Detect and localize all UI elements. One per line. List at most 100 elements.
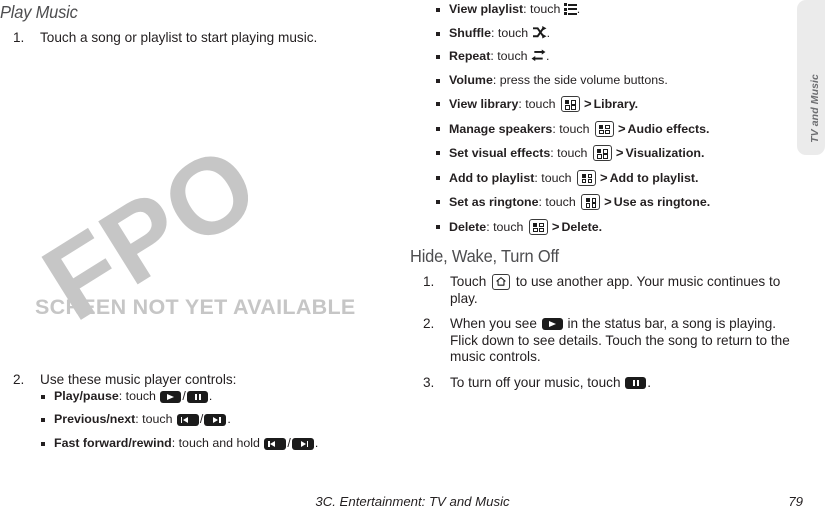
list-item: Volume: press the side volume buttons. — [435, 73, 785, 88]
bullet-tail: . — [208, 388, 213, 403]
bullet-lead: : touch — [538, 195, 580, 209]
bullet-tail: . — [634, 97, 639, 111]
list-item: 3. To turn off your music, touch . — [420, 375, 795, 392]
step-text-post: . — [647, 374, 652, 390]
bullet-lead: : touch and hold — [171, 435, 264, 450]
footer-page-number: 79 — [788, 494, 803, 509]
menu-key-icon[interactable] — [592, 145, 612, 161]
bullet-term: View library — [449, 97, 519, 111]
bullet-target: Delete — [561, 219, 599, 234]
bullet-tail: . — [546, 25, 551, 40]
home-key-icon[interactable] — [492, 274, 511, 290]
step-text-pre: When you see — [450, 316, 541, 332]
step-number: 1. — [423, 274, 435, 289]
bullet-lead: : touch — [486, 219, 527, 234]
bullet-tail: . — [598, 219, 603, 234]
page-title: Play Music — [0, 2, 78, 22]
chevron-right-icon: > — [583, 96, 592, 111]
menu-key-icon[interactable] — [560, 96, 580, 112]
bullet-lead: : touch — [135, 412, 176, 427]
play-icon — [541, 318, 563, 331]
footer-title: 3C. Entertainment: TV and Music — [315, 494, 510, 509]
chevron-right-icon: > — [617, 120, 626, 136]
menu-key-icon[interactable] — [577, 169, 597, 186]
repeat-icon[interactable] — [531, 49, 546, 62]
bullet-tail: . — [545, 49, 550, 63]
play-icon[interactable] — [160, 390, 182, 403]
step-number: 3. — [423, 374, 435, 390]
list-item: 1. Touch to use another app. Your music c… — [420, 274, 795, 307]
chapter-tab: TV and Music — [797, 0, 825, 155]
list-item: Delete: touch > Delete. — [435, 218, 785, 235]
list-item: Repeat: touch . — [435, 49, 785, 64]
list-item: 2. When you see in the status bar, a song… — [420, 316, 795, 366]
player-controls-list: Play/pause: touch /. Previous/next: touc… — [40, 389, 390, 451]
bullet-term: Set visual effects — [449, 146, 551, 160]
list-item: View playlist: touch . — [435, 2, 785, 17]
bullet-term: Manage speakers — [449, 121, 553, 136]
bullet-term: Add to playlist — [449, 170, 535, 185]
chapter-tab-label: TV and Music — [809, 74, 821, 143]
shuffle-icon[interactable] — [532, 25, 547, 39]
bullet-lead: : touch — [550, 146, 591, 160]
menu-key-icon[interactable] — [528, 218, 548, 235]
bullet-lead: : touch — [118, 388, 160, 403]
bullet-lead: : touch — [534, 170, 576, 185]
bullet-lead: : touch — [490, 49, 531, 63]
bullet-lead: : touch — [523, 2, 564, 16]
next-track-icon[interactable] — [291, 437, 314, 450]
list-item: Manage speakers: touch > Audio effects. — [435, 120, 785, 137]
bullet-lead: : touch — [491, 25, 532, 40]
previous-track-icon[interactable] — [176, 414, 199, 427]
playlist-icon[interactable] — [563, 3, 577, 15]
bullet-target: Visualization — [625, 146, 701, 160]
chevron-right-icon: > — [551, 218, 560, 234]
bullet-term: Fast forward/rewind — [54, 435, 172, 450]
music-options-list: View playlist: touch . Shuffle: touch . … — [435, 2, 785, 243]
list-item: Set visual effects: touch > Visualization… — [435, 145, 785, 161]
previous-track-icon[interactable] — [264, 437, 287, 450]
step-text: Touch a song or playlist to start playin… — [40, 30, 318, 45]
bullet-term: Previous/next — [54, 412, 136, 427]
section-heading-hide-wake-turn-off: Hide, Wake, Turn Off — [410, 246, 559, 266]
list-item: View library: touch > Library. — [435, 96, 785, 112]
list-item: 1. Touch a song or playlist to start pla… — [10, 30, 390, 47]
play-music-steps: 1. Touch a song or playlist to start pla… — [10, 30, 390, 56]
step-number: 2. — [423, 316, 435, 332]
pause-icon[interactable] — [625, 376, 647, 389]
bullet-target: Add to playlist — [609, 170, 695, 185]
fpo-caption: SCREEN NOT YET AVAILABLE — [35, 295, 356, 319]
hide-wake-turnoff-steps: 1. Touch to use another app. Your music c… — [420, 274, 795, 401]
bullet-term: Play/pause — [54, 388, 119, 403]
step-number: 2. — [13, 372, 25, 387]
step-text-pre: To turn off your music, touch — [450, 374, 625, 390]
list-item: Shuffle: touch . — [435, 25, 785, 41]
bullet-target: Library — [593, 97, 635, 111]
bullet-term: Set as ringtone — [449, 195, 539, 209]
bullet-term: Volume — [449, 72, 493, 87]
bullet-term: Delete — [449, 219, 487, 234]
player-controls-steps: 2. Use these music player controls: Play… — [10, 372, 390, 459]
bullet-term: Repeat — [449, 49, 491, 63]
list-item: Add to playlist: touch > Add to playlist. — [435, 169, 785, 186]
bullet-tail: . — [314, 435, 319, 450]
list-item: Play/pause: touch /. — [40, 389, 390, 404]
next-track-icon[interactable] — [204, 414, 227, 427]
bullet-tail: . — [701, 146, 705, 160]
page-footer: 3C. Entertainment: TV and Music 79 — [0, 494, 825, 512]
list-item: Set as ringtone: touch > Use as ringtone. — [435, 194, 785, 210]
bullet-lead: : press the side volume buttons. — [492, 72, 668, 87]
screenshot-placeholder: FPO SCREEN NOT YET AVAILABLE — [22, 92, 394, 342]
pause-icon[interactable] — [186, 390, 208, 403]
menu-key-icon[interactable] — [594, 120, 614, 137]
bullet-tail: . — [706, 121, 710, 136]
step-number: 1. — [13, 30, 25, 45]
chevron-right-icon: > — [600, 169, 608, 185]
menu-key-icon[interactable] — [581, 194, 601, 210]
bullet-tail: . — [576, 2, 581, 16]
chevron-right-icon: > — [604, 194, 612, 209]
bullet-tail: . — [227, 412, 231, 427]
list-item: Previous/next: touch /. — [40, 412, 390, 427]
list-item: Fast forward/rewind: touch and hold /. — [40, 436, 390, 451]
step-text-pre: Touch — [450, 274, 491, 289]
